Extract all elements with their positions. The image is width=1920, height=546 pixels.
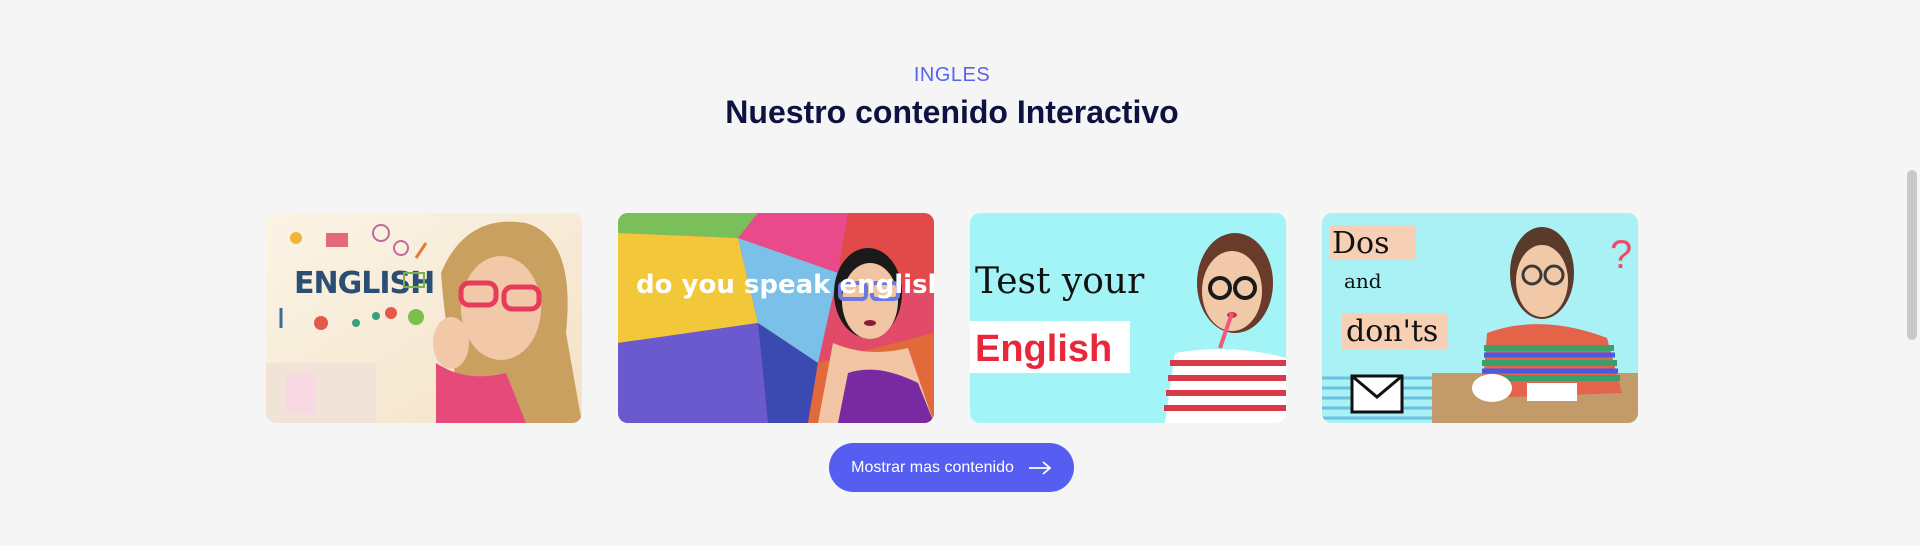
content-card-test[interactable]: Test your English [970, 213, 1286, 423]
card-4-text-1: Dos [1332, 226, 1390, 261]
do-you-speak-english-thumbnail: do you speak english? [618, 213, 934, 423]
card-1-text: ENGLISH [294, 266, 434, 301]
card-4-text-4: ? [1610, 233, 1632, 277]
scrollbar-thumb[interactable] [1907, 170, 1917, 340]
card-4-text-3: don'ts [1346, 314, 1438, 349]
section-label: INGLES [913, 64, 991, 86]
content-card-dos[interactable]: Dos and don'ts ? [1322, 213, 1638, 423]
section-title: Nuestro contenido Interactivo [725, 94, 1179, 130]
card-3-text-1: Test your [975, 261, 1145, 302]
content-card-speak[interactable]: do you speak english? [618, 213, 934, 423]
test-your-english-thumbnail: Test your English [970, 213, 1286, 423]
arrow-right-icon [1028, 460, 1052, 475]
show-more-label: Mostrar mas contenido [851, 458, 1014, 476]
card-2-text: do you speak english? [636, 270, 934, 300]
page-scrollbar[interactable] [1904, 0, 1920, 546]
show-more-button[interactable]: Mostrar mas contenido [829, 443, 1074, 492]
card-4-text-2: and [1344, 269, 1382, 293]
card-3-text-2: English [975, 328, 1112, 370]
english-learner-thumbnail: ENGLISH [266, 213, 582, 423]
dos-and-donts-thumbnail: Dos and don'ts ? [1322, 213, 1638, 423]
content-cards: ENGLISH do you speak english? Test your … [266, 213, 1638, 423]
content-card-english[interactable]: ENGLISH [266, 213, 582, 423]
